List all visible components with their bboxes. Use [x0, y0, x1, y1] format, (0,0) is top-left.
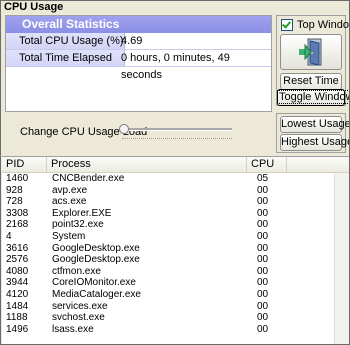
table-row[interactable]: 3616 GoogleDesktop.exe 00 — [2, 243, 335, 255]
cpu-cell: 00 — [257, 230, 269, 242]
toggle-window-button[interactable]: Toggle Window — [277, 89, 349, 106]
cpu-cell: 05 — [257, 173, 269, 184]
process-cell: acs.exe — [52, 196, 87, 208]
process-cell: svchost.exe — [52, 312, 105, 324]
window-title: CPU Usage — [1, 1, 349, 14]
toggle-window-label: Toggle Window — [277, 90, 349, 104]
total-time-elapsed-value: 0 hours, 0 minutes, 49 seconds — [121, 52, 230, 81]
cpu-load-slider-track[interactable] — [122, 128, 232, 131]
pid-cell: 928 — [6, 184, 23, 196]
pid-cell: 4080 — [6, 265, 29, 277]
process-cell: GoogleDesktop.exe — [52, 242, 140, 254]
pid-cell: 1460 — [6, 173, 29, 184]
cpu-cell: 00 — [257, 242, 269, 254]
window-controls-panel: Top Window Reset Time Toggle Window — [276, 15, 349, 106]
stats-row-cpu: Total CPU Usage (%) 4.69 — [6, 33, 271, 50]
table-row[interactable]: 4080 ctfmon.exe 00 — [2, 266, 335, 278]
table-row[interactable]: 1496 lsass.exe 00 — [2, 324, 335, 336]
highest-usage-label: Highest Usage — [281, 136, 350, 148]
pid-cell: 3616 — [6, 242, 29, 254]
table-row[interactable]: 3944 CoreIOMonitor.exe 00 — [2, 277, 335, 289]
top-window-checkbox[interactable]: Top Window — [281, 18, 349, 32]
pid-cell: 4120 — [6, 288, 29, 300]
stats-header: Overall Statistics — [6, 16, 271, 33]
cpu-cell: 00 — [257, 254, 269, 266]
cpu-cell: 00 — [257, 207, 269, 219]
table-row[interactable]: 1188 svchost.exe 00 — [2, 312, 335, 324]
overall-statistics-panel: Overall Statistics Total CPU Usage (%) 4… — [5, 15, 272, 112]
lowest-usage-button[interactable]: Lowest Usage — [280, 116, 349, 133]
cpu-cell: 00 — [257, 184, 269, 196]
pid-cell: 1496 — [6, 323, 29, 335]
lowest-usage-label: Lowest Usage — [281, 118, 350, 130]
cpu-usage-window: CPU Usage Overall Statistics Total CPU U… — [0, 0, 350, 345]
pid-cell: 728 — [6, 196, 23, 208]
reset-time-label: Reset Time — [283, 75, 339, 87]
top-window-label: Top Window — [297, 19, 349, 31]
column-header-pid[interactable]: PID — [2, 157, 47, 172]
process-list: PID Process CPU 1460 CNCBender.exe 05 928 av… — [2, 156, 349, 344]
table-row[interactable]: 1484 services.exe 00 — [2, 301, 335, 313]
pid-cell: 1484 — [6, 300, 29, 312]
process-cell: GoogleDesktop.exe — [52, 254, 140, 266]
table-row[interactable]: 4 System 00 — [2, 231, 335, 243]
exit-button[interactable] — [280, 34, 342, 70]
pid-cell: 3944 — [6, 277, 29, 289]
pid-cell: 3308 — [6, 207, 29, 219]
table-row[interactable]: 928 avp.exe 00 — [2, 185, 335, 197]
column-header-cpu[interactable]: CPU — [247, 157, 287, 172]
pid-cell: 4 — [6, 230, 12, 242]
process-cell: Explorer.EXE — [52, 207, 112, 219]
cpu-cell: 00 — [257, 219, 269, 231]
slider-ticks — [122, 138, 232, 141]
cpu-cell: 00 — [257, 196, 269, 208]
cpu-cell: 00 — [257, 323, 269, 335]
cpu-cell: 00 — [257, 265, 269, 277]
table-row[interactable]: 4120 MediaCataloger.exe 00 — [2, 289, 335, 301]
highest-usage-button[interactable]: Highest Usage — [280, 134, 349, 151]
process-list-header: PID Process CPU — [2, 157, 349, 173]
process-cell: ctfmon.exe — [52, 265, 101, 277]
total-cpu-usage-label: Total CPU Usage (%) — [6, 33, 125, 50]
total-cpu-usage-value: 4.69 — [121, 35, 143, 47]
table-row[interactable]: 2576 GoogleDesktop.exe 00 — [2, 254, 335, 266]
usage-preset-panel: Lowest Usage Highest Usage — [276, 113, 349, 153]
pid-cell: 2168 — [6, 219, 29, 231]
process-cell: services.exe — [52, 300, 108, 312]
table-row[interactable]: 728 acs.exe 00 — [2, 196, 335, 208]
process-list-scrollbar[interactable] — [334, 173, 349, 344]
table-row[interactable]: 3308 Explorer.EXE 00 — [2, 208, 335, 220]
pid-cell: 1188 — [6, 312, 28, 324]
process-cell: lsass.exe — [52, 323, 94, 335]
process-cell: CNCBender.exe — [52, 173, 125, 184]
total-time-elapsed-label: Total Time Elapsed — [6, 50, 125, 67]
stats-row-time: Total Time Elapsed 0 hours, 0 minutes, 4… — [6, 50, 271, 81]
cpu-load-slider-thumb[interactable] — [119, 124, 129, 134]
process-rows: 1460 CNCBender.exe 05 928 avp.exe 00 728 acs.ex… — [2, 173, 335, 335]
cpu-cell: 00 — [257, 277, 269, 289]
cpu-cell: 00 — [257, 300, 269, 312]
pid-cell: 2576 — [6, 254, 29, 266]
process-cell: MediaCataloger.exe — [52, 288, 141, 300]
cpu-cell: 00 — [257, 312, 269, 324]
process-cell: avp.exe — [52, 184, 88, 196]
reset-time-button[interactable]: Reset Time — [280, 73, 342, 90]
column-header-process[interactable]: Process — [47, 157, 247, 172]
process-cell: System — [52, 230, 86, 242]
table-row[interactable]: 2168 point32.exe 00 — [2, 219, 335, 231]
checkbox-checked-icon[interactable] — [281, 19, 293, 31]
cpu-load-panel: Change CPU Usage Load — [5, 116, 272, 154]
table-row[interactable]: 1460 CNCBender.exe 05 — [2, 173, 335, 185]
process-cell: CoreIOMonitor.exe — [52, 277, 136, 289]
exit-door-icon — [299, 38, 322, 66]
process-cell: point32.exe — [52, 219, 104, 231]
cpu-cell: 00 — [257, 288, 269, 300]
